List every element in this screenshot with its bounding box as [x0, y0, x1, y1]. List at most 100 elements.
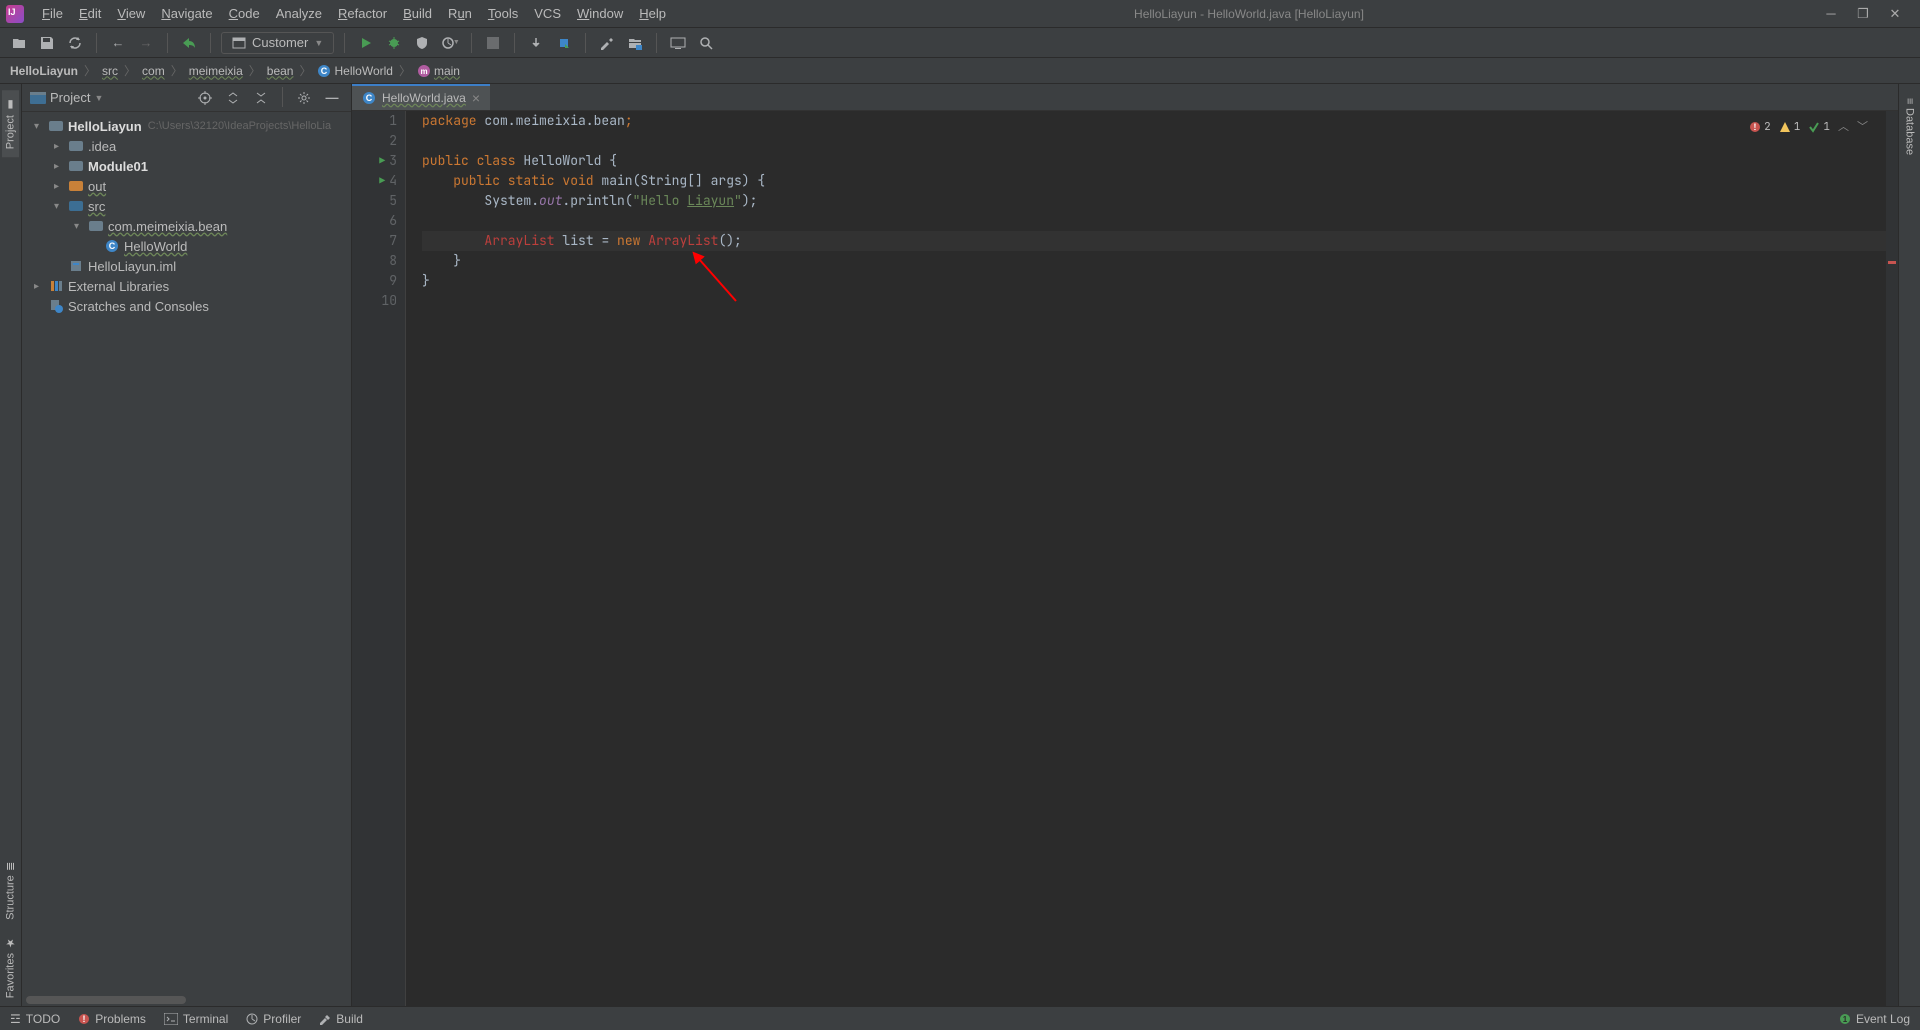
avd-icon[interactable] [667, 32, 689, 54]
class-icon: C [317, 64, 331, 78]
menu-window[interactable]: Window [569, 3, 631, 24]
build-tool-button[interactable]: Build [319, 1012, 363, 1026]
git-update-icon[interactable] [525, 32, 547, 54]
bc-method[interactable]: main [434, 64, 460, 78]
maximize-button[interactable]: ❐ [1856, 7, 1870, 21]
menu-run[interactable]: Run [440, 3, 480, 24]
menu-file[interactable]: File [34, 3, 71, 24]
bc-project[interactable]: HelloLiayun [10, 64, 78, 78]
tree-iml[interactable]: HelloLiayun.iml [22, 256, 351, 276]
menu-edit[interactable]: Edit [71, 3, 109, 24]
locate-icon[interactable] [194, 87, 216, 109]
minimize-button[interactable]: ─ [1824, 7, 1838, 21]
coverage-icon[interactable] [411, 32, 433, 54]
tree-scratches[interactable]: Scratches and Consoles [22, 296, 351, 316]
weak-count: 1 [1823, 117, 1830, 137]
library-icon [48, 278, 64, 294]
menu-refactor[interactable]: Refactor [330, 3, 395, 24]
menu-help[interactable]: Help [631, 3, 674, 24]
undo-back-icon[interactable] [178, 32, 200, 54]
menu-code[interactable]: Code [221, 3, 268, 24]
prev-highlight-icon[interactable]: ︿ [1838, 117, 1849, 137]
close-window-button[interactable]: ✕ [1888, 7, 1902, 21]
bc-src[interactable]: src [102, 64, 118, 78]
project-view-selector[interactable]: Project ▼ [30, 90, 188, 105]
bc-com[interactable]: com [142, 64, 165, 78]
expand-all-icon[interactable] [222, 87, 244, 109]
project-tool-tab[interactable]: Project▮ [2, 90, 19, 157]
collapse-all-icon[interactable] [250, 87, 272, 109]
hide-panel-icon[interactable]: — [321, 87, 343, 109]
tree-src[interactable]: ▾ src [22, 196, 351, 216]
error-mark[interactable] [1888, 261, 1896, 264]
back-icon[interactable]: ← [107, 32, 129, 54]
menu-vcs[interactable]: VCS [526, 3, 569, 24]
left-tool-stripe: Project▮ Structure≣ Favorites★ [0, 84, 22, 1006]
settings-icon[interactable] [596, 32, 618, 54]
favorites-tool-tab[interactable]: Favorites★ [2, 928, 19, 1006]
project-panel-title: Project [50, 90, 90, 105]
database-tool-tab[interactable]: ≡Database [1902, 90, 1918, 164]
tree-label: Scratches and Consoles [68, 299, 209, 314]
git-commit-icon[interactable] [553, 32, 575, 54]
menu-tools[interactable]: Tools [480, 3, 526, 24]
search-icon[interactable] [695, 32, 717, 54]
stop-icon[interactable] [482, 32, 504, 54]
todo-tool-button[interactable]: ☲TODO [10, 1012, 60, 1026]
next-highlight-icon[interactable]: ﹀ [1857, 117, 1868, 137]
tree-label: .idea [88, 139, 116, 154]
tree-root[interactable]: ▾ HelloLiayun C:\Users\32120\IdeaProject… [22, 116, 351, 136]
profile-icon[interactable]: ▼ [439, 32, 461, 54]
horizontal-scrollbar[interactable] [26, 996, 186, 1004]
profiler-tool-button[interactable]: Profiler [246, 1012, 301, 1026]
menubar: File Edit View Navigate Code Analyze Ref… [0, 0, 1920, 28]
run-config-selector[interactable]: Customer ▼ [221, 32, 334, 54]
menu-analyze[interactable]: Analyze [268, 3, 330, 24]
menu-view[interactable]: View [109, 3, 153, 24]
tree-label: HelloLiayun.iml [88, 259, 176, 274]
inspections-widget[interactable]: !2 1 1 ︿ ﹀ [1749, 117, 1868, 137]
open-icon[interactable] [8, 32, 30, 54]
structure-tool-tab[interactable]: Structure≣ [2, 854, 19, 928]
run-gutter-icon[interactable]: ▶ [379, 151, 385, 171]
code-editor[interactable]: 1 2 ▶3 ▶4 5 6 7 8 9 10 package com.meime… [352, 111, 1898, 1006]
terminal-icon [164, 1013, 178, 1025]
tree-label: out [88, 179, 106, 194]
application-icon [232, 36, 246, 50]
terminal-tool-button[interactable]: Terminal [164, 1012, 228, 1026]
save-icon[interactable] [36, 32, 58, 54]
project-panel: Project ▼ — ▾ HelloLiayun C:\Users\32120… [22, 84, 352, 1006]
menu-navigate[interactable]: Navigate [153, 3, 220, 24]
breadcrumb: HelloLiayun 〉 src 〉 com 〉 meimeixia 〉 be… [0, 58, 1920, 84]
bc-meimeixia[interactable]: meimeixia [189, 64, 243, 78]
svg-text:1: 1 [1843, 1015, 1848, 1024]
tree-module01[interactable]: ▸ Module01 [22, 156, 351, 176]
close-tab-icon[interactable]: × [472, 90, 480, 106]
error-icon: ! [78, 1013, 90, 1025]
gutter[interactable]: 1 2 ▶3 ▶4 5 6 7 8 9 10 [352, 111, 406, 1006]
svg-text:C: C [321, 66, 328, 76]
event-log-button[interactable]: 1Event Log [1839, 1012, 1910, 1026]
tree-out[interactable]: ▸ out [22, 176, 351, 196]
project-structure-icon[interactable] [624, 32, 646, 54]
project-tree[interactable]: ▾ HelloLiayun C:\Users\32120\IdeaProject… [22, 112, 351, 1006]
menu-build[interactable]: Build [395, 3, 440, 24]
editor-tab[interactable]: C HelloWorld.java × [352, 84, 490, 110]
annotation-arrow [691, 251, 751, 311]
run-icon[interactable] [355, 32, 377, 54]
tree-label: src [88, 199, 105, 214]
forward-icon[interactable]: → [135, 32, 157, 54]
gear-icon[interactable] [293, 87, 315, 109]
sync-icon[interactable] [64, 32, 86, 54]
tree-class-file[interactable]: C HelloWorld [22, 236, 351, 256]
tree-external-libs[interactable]: ▸ External Libraries [22, 276, 351, 296]
tree-package[interactable]: ▾ com.meimeixia.bean [22, 216, 351, 236]
statusbar: ☲TODO !Problems Terminal Profiler Build … [0, 1006, 1920, 1030]
error-stripe[interactable] [1886, 111, 1898, 1006]
bc-bean[interactable]: bean [267, 64, 294, 78]
problems-tool-button[interactable]: !Problems [78, 1012, 146, 1026]
debug-icon[interactable] [383, 32, 405, 54]
tree-idea[interactable]: ▸ .idea [22, 136, 351, 156]
run-gutter-icon[interactable]: ▶ [379, 171, 385, 191]
bc-class[interactable]: HelloWorld [334, 64, 392, 78]
